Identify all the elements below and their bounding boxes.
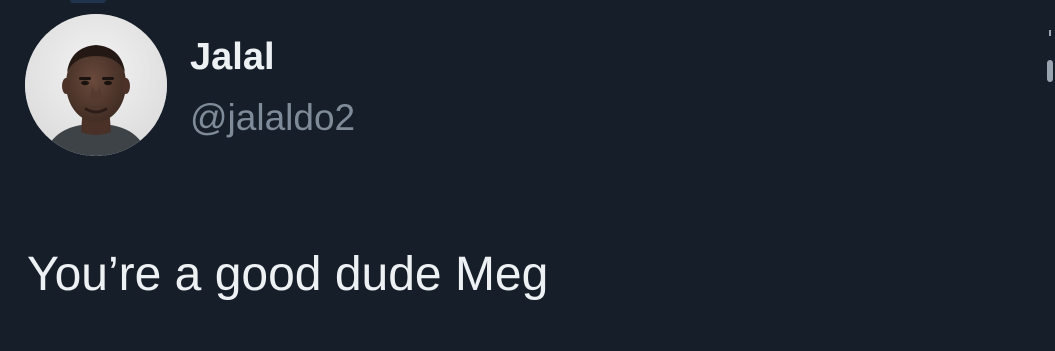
avatar[interactable]	[25, 14, 167, 156]
user-handle[interactable]: @jalaldo2	[190, 95, 355, 141]
tweet-card[interactable]: Jalal @jalaldo2 You’re a good dude Meg	[0, 0, 1055, 351]
tweet-text: You’re a good dude Meg	[27, 248, 549, 301]
profile-photo-icon	[25, 14, 167, 156]
more-options-icon[interactable]	[1043, 28, 1055, 100]
display-name[interactable]: Jalal	[190, 34, 275, 80]
